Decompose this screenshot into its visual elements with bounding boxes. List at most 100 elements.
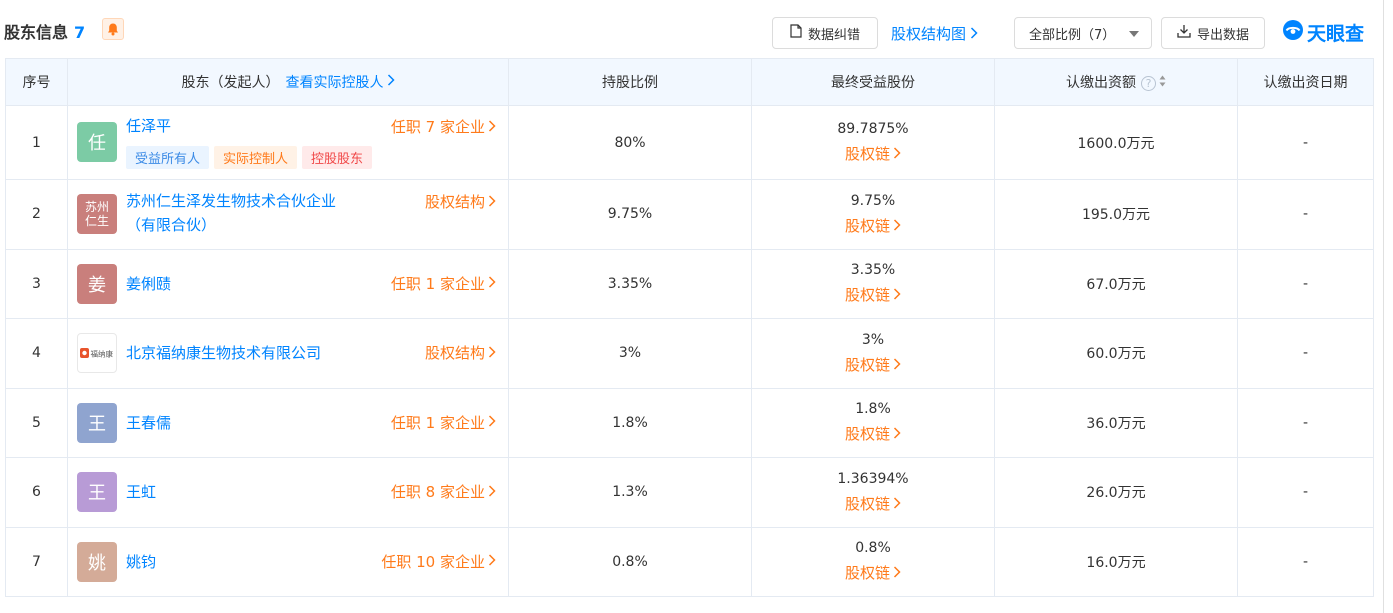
chevron-right-icon: [893, 142, 901, 166]
shareholder-count: 7: [74, 23, 86, 42]
subscribed-date-cell: -: [1237, 318, 1374, 389]
ratio-cell: 9.75%: [508, 179, 752, 250]
positions-label: 任职 7 家企业: [390, 118, 485, 136]
equity-chain-link[interactable]: 股权链: [845, 492, 901, 516]
shareholder-cell: 任 任泽平 任职 7 家企业 受益所有人 实际控制人 控股股东: [67, 105, 509, 180]
equity-structure-link[interactable]: 股权结构图: [891, 23, 978, 44]
data-correct-button[interactable]: 数据纠错: [772, 17, 878, 49]
chevron-right-icon: [893, 283, 901, 307]
equity-chain-label: 股权链: [844, 564, 890, 583]
positions-link[interactable]: 任职 1 家企业: [391, 273, 496, 294]
final-benefit-cell: 0.8% 股权链: [751, 526, 995, 597]
ratio-filter-label: 全部比例（7）: [1029, 27, 1116, 43]
subscribed-amount-cell: 36.0万元: [994, 387, 1238, 458]
col-final-benefit: 最终受益股份: [751, 58, 995, 106]
avatar: 姜: [77, 263, 117, 304]
avatar: 任: [77, 122, 117, 162]
shareholder-name-link[interactable]: 王虹: [126, 480, 156, 504]
chevron-right-icon: [893, 492, 901, 516]
positions-link[interactable]: 任职 7 家企业: [391, 116, 496, 137]
shareholder-name-link[interactable]: 任泽平: [126, 114, 171, 138]
final-benefit-cell: 1.8% 股权链: [751, 387, 995, 458]
col-subscribed-date: 认缴出资日期: [1237, 58, 1374, 106]
caret-down-icon: [1129, 26, 1139, 41]
col-ratio: 持股比例: [508, 58, 752, 106]
final-benefit-cell: 1.36394% 股权链: [751, 457, 995, 528]
row-index: 5: [5, 387, 68, 458]
avatar: 王: [77, 472, 117, 512]
bell-icon[interactable]: [102, 18, 124, 40]
final-benefit-value: 1.8%: [855, 401, 891, 418]
final-benefit-value: 0.8%: [855, 540, 891, 557]
tianyancha-logo: 天眼查: [1282, 19, 1364, 46]
ratio-cell: 80%: [508, 105, 752, 180]
question-icon[interactable]: ?: [1141, 75, 1156, 91]
equity-chain-label: 股权链: [844, 145, 890, 163]
equity-chain-link[interactable]: 股权链: [845, 422, 901, 446]
chevron-right-icon: [488, 274, 496, 292]
final-benefit-value: 89.7875%: [837, 121, 909, 137]
equity-chain-link[interactable]: 股权链: [845, 353, 901, 377]
subscribed-date-cell: -: [1237, 248, 1374, 319]
ratio-cell: 0.8%: [508, 526, 752, 597]
equity-chain-link[interactable]: 股权链: [845, 142, 901, 166]
scrollbar-track[interactable]: [1383, 0, 1384, 613]
shareholder-name-link[interactable]: 姜俐赜: [126, 272, 171, 296]
positions-link[interactable]: 任职 10 家企业: [381, 551, 496, 572]
positions-link[interactable]: 任职 8 家企业: [391, 481, 496, 502]
avatar-line: 苏州: [84, 200, 109, 214]
equity-structure-row-label: 股权结构: [424, 193, 485, 211]
final-benefit-cell: 3.35% 股权链: [751, 248, 995, 319]
shareholder-tags: 受益所有人 实际控制人 控股股东: [126, 146, 373, 169]
ratio-cell: 3%: [508, 318, 752, 389]
row-index: 3: [5, 248, 68, 319]
shareholder-table: 序号 股东（发起人） 查看实际控股人 持股比例 最终受益股份 认缴出资额? 认缴出…: [5, 58, 1374, 597]
shareholder-cell: 福纳康 北京福纳康生物技术有限公司 股权结构: [67, 318, 509, 389]
equity-structure-label: 股权结构图: [891, 25, 967, 43]
row-index: 6: [5, 457, 68, 528]
shareholder-name-link[interactable]: 王春儒: [126, 411, 171, 435]
shareholder-name-link[interactable]: 苏州仁生泽发生物技术合伙企业 （有限合伙）: [126, 189, 336, 237]
shareholder-name-link[interactable]: 北京福纳康生物技术有限公司: [126, 341, 321, 365]
chevron-right-icon: [488, 552, 496, 570]
export-data-button[interactable]: 导出数据: [1161, 17, 1265, 49]
view-actual-controller-link[interactable]: 查看实际控股人: [286, 72, 395, 92]
equity-chain-label: 股权链: [844, 216, 890, 235]
shareholder-name-link[interactable]: 姚钧: [126, 550, 156, 574]
chevron-right-icon: [893, 214, 901, 238]
equity-chain-label: 股权链: [844, 425, 890, 444]
sort-icon[interactable]: [1159, 75, 1166, 91]
equity-chain-link[interactable]: 股权链: [845, 214, 901, 238]
equity-chain-link[interactable]: 股权链: [845, 283, 901, 307]
chevron-right-icon: [488, 344, 496, 362]
chevron-right-icon: [893, 353, 901, 377]
chevron-right-icon: [893, 561, 901, 585]
row-index: 2: [5, 179, 68, 250]
subscribed-amount-cell: 26.0万元: [994, 457, 1238, 528]
equity-chain-label: 股权链: [844, 355, 890, 374]
equity-structure-row-link[interactable]: 股权结构: [425, 342, 496, 363]
col-subscribed-amount[interactable]: 认缴出资额?: [994, 58, 1238, 106]
table-row: 4 福纳康 北京福纳康生物技术有限公司 股权结构 3% 3% 股权链 60.0万…: [5, 318, 1374, 389]
subscribed-date-cell: -: [1237, 105, 1374, 180]
positions-link[interactable]: 任职 1 家企业: [391, 412, 496, 433]
ratio-filter-dropdown[interactable]: 全部比例（7）: [1014, 17, 1152, 49]
positions-label: 任职 1 家企业: [390, 274, 485, 293]
positions-label: 任职 10 家企业: [381, 552, 485, 571]
equity-chain-label: 股权链: [844, 286, 890, 305]
equity-structure-row-link[interactable]: 股权结构: [425, 191, 496, 212]
subscribed-date-cell: -: [1237, 179, 1374, 250]
chevron-right-icon: [970, 25, 978, 43]
tag-controlling-shareholder: 控股股东: [302, 146, 373, 169]
avatar: 苏州 仁生: [77, 194, 117, 234]
table-header-row: 序号 股东（发起人） 查看实际控股人 持股比例 最终受益股份 认缴出资额? 认缴出…: [5, 58, 1374, 106]
positions-label: 任职 1 家企业: [390, 413, 485, 432]
shareholder-cell: 姜 姜俐赜 任职 1 家企业: [67, 248, 509, 319]
row-index: 1: [5, 105, 68, 180]
equity-chain-link[interactable]: 股权链: [845, 561, 901, 585]
final-benefit-cell: 3% 股权链: [751, 318, 995, 389]
shareholder-name-line: （有限合伙）: [126, 216, 217, 234]
table-row: 3 姜 姜俐赜 任职 1 家企业 3.35% 3.35% 股权链 67.0万元 …: [5, 248, 1374, 319]
table-row: 2 苏州 仁生 苏州仁生泽发生物技术合伙企业 （有限合伙） 股权结构 9.75%…: [5, 179, 1374, 250]
table-row: 7 姚 姚钧 任职 10 家企业 0.8% 0.8% 股权链 16.0万元 -: [5, 526, 1374, 597]
